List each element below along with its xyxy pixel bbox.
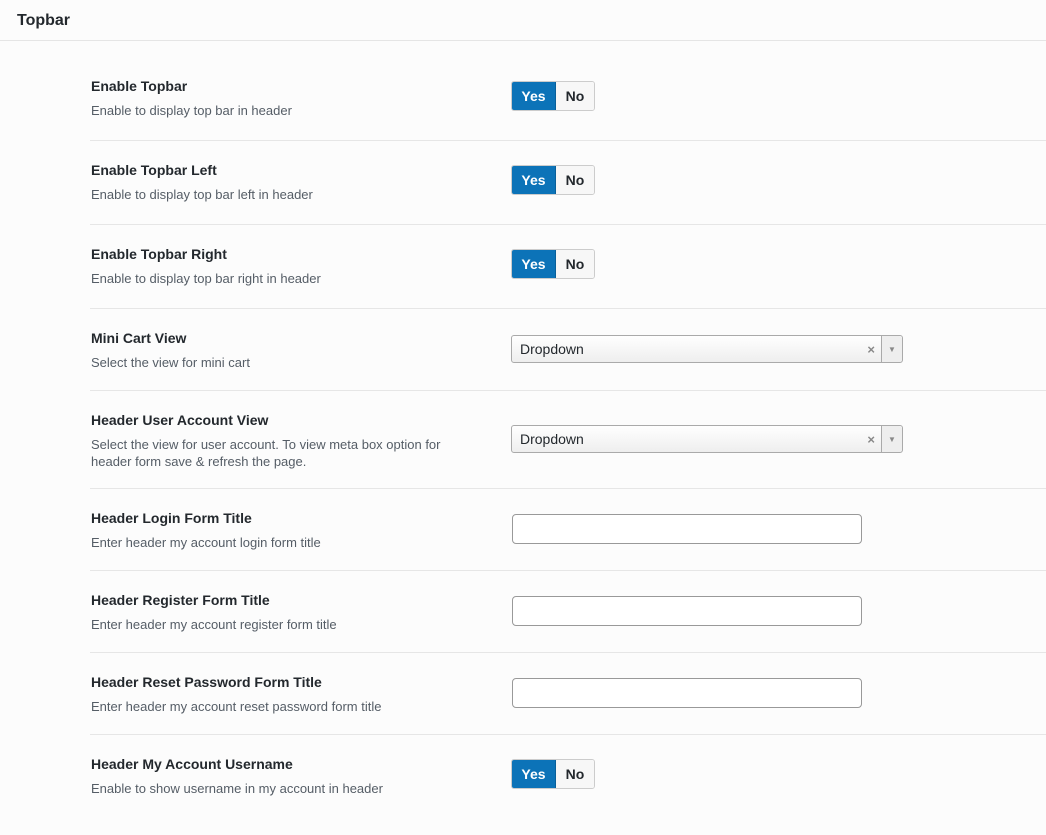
mini-cart-view-select[interactable]: Dropdown × ▼	[511, 335, 903, 363]
enable-topbar-left-toggle[interactable]: Yes No	[511, 165, 595, 195]
setting-row-enable-topbar: Enable Topbar Enable to display top bar …	[90, 41, 1046, 141]
section-header: Topbar	[0, 0, 1046, 41]
select-value: Dropdown	[520, 431, 584, 447]
settings-panel: Enable Topbar Enable to display top bar …	[0, 41, 1046, 835]
enable-topbar-left-yes-button[interactable]: Yes	[512, 166, 556, 194]
setting-label: Mini Cart View	[91, 330, 187, 346]
setting-row-enable-topbar-left: Enable Topbar Left Enable to display top…	[90, 141, 1046, 225]
setting-row-header-my-account-username: Header My Account Username Enable to sho…	[90, 735, 1046, 835]
setting-row-header-reset-password-form-title: Header Reset Password Form Title Enter h…	[90, 653, 1046, 735]
setting-label: Header Register Form Title	[91, 592, 270, 608]
header-login-form-title-input[interactable]	[512, 514, 862, 544]
section-title: Topbar	[17, 12, 71, 29]
enable-topbar-no-button[interactable]: No	[556, 82, 594, 110]
clear-icon[interactable]: ×	[867, 341, 875, 358]
enable-topbar-left-no-button[interactable]: No	[556, 166, 594, 194]
chevron-down-icon[interactable]: ▼	[881, 336, 902, 362]
setting-description: Enter header my account login form title	[91, 535, 321, 550]
setting-description: Enable to display top bar in header	[91, 103, 292, 118]
clear-icon[interactable]: ×	[867, 431, 875, 448]
setting-label: Enable Topbar	[91, 78, 188, 94]
setting-description: Select the view for user account. To vie…	[91, 437, 441, 469]
setting-description: Enter header my account register form ti…	[91, 617, 337, 632]
header-my-account-username-yes-button[interactable]: Yes	[512, 760, 556, 788]
header-register-form-title-input[interactable]	[512, 596, 862, 626]
setting-label: Header My Account Username	[91, 756, 293, 772]
enable-topbar-yes-button[interactable]: Yes	[512, 82, 556, 110]
setting-description: Enable to display top bar left in header	[91, 187, 313, 202]
setting-label: Header Reset Password Form Title	[91, 674, 322, 690]
enable-topbar-right-no-button[interactable]: No	[556, 250, 594, 278]
setting-label: Enable Topbar Left	[91, 162, 217, 178]
header-reset-password-form-title-input[interactable]	[512, 678, 862, 708]
setting-label: Header Login Form Title	[91, 510, 252, 526]
enable-topbar-toggle[interactable]: Yes No	[511, 81, 595, 111]
chevron-down-icon[interactable]: ▼	[881, 426, 902, 452]
setting-row-header-user-account-view: Header User Account View Select the view…	[90, 391, 1046, 489]
setting-row-enable-topbar-right: Enable Topbar Right Enable to display to…	[90, 225, 1046, 309]
header-user-account-view-select[interactable]: Dropdown × ▼	[511, 425, 903, 453]
setting-description: Enable to show username in my account in…	[91, 781, 383, 796]
header-my-account-username-no-button[interactable]: No	[556, 760, 594, 788]
setting-description: Select the view for mini cart	[91, 355, 250, 370]
setting-row-header-login-form-title: Header Login Form Title Enter header my …	[90, 489, 1046, 571]
enable-topbar-right-yes-button[interactable]: Yes	[512, 250, 556, 278]
setting-row-header-register-form-title: Header Register Form Title Enter header …	[90, 571, 1046, 653]
enable-topbar-right-toggle[interactable]: Yes No	[511, 249, 595, 279]
setting-description: Enable to display top bar right in heade…	[91, 271, 321, 286]
header-my-account-username-toggle[interactable]: Yes No	[511, 759, 595, 789]
setting-label: Header User Account View	[91, 412, 269, 428]
setting-row-mini-cart-view: Mini Cart View Select the view for mini …	[90, 309, 1046, 391]
setting-label: Enable Topbar Right	[91, 246, 227, 262]
setting-description: Enter header my account reset password f…	[91, 699, 382, 714]
select-value: Dropdown	[520, 341, 584, 357]
